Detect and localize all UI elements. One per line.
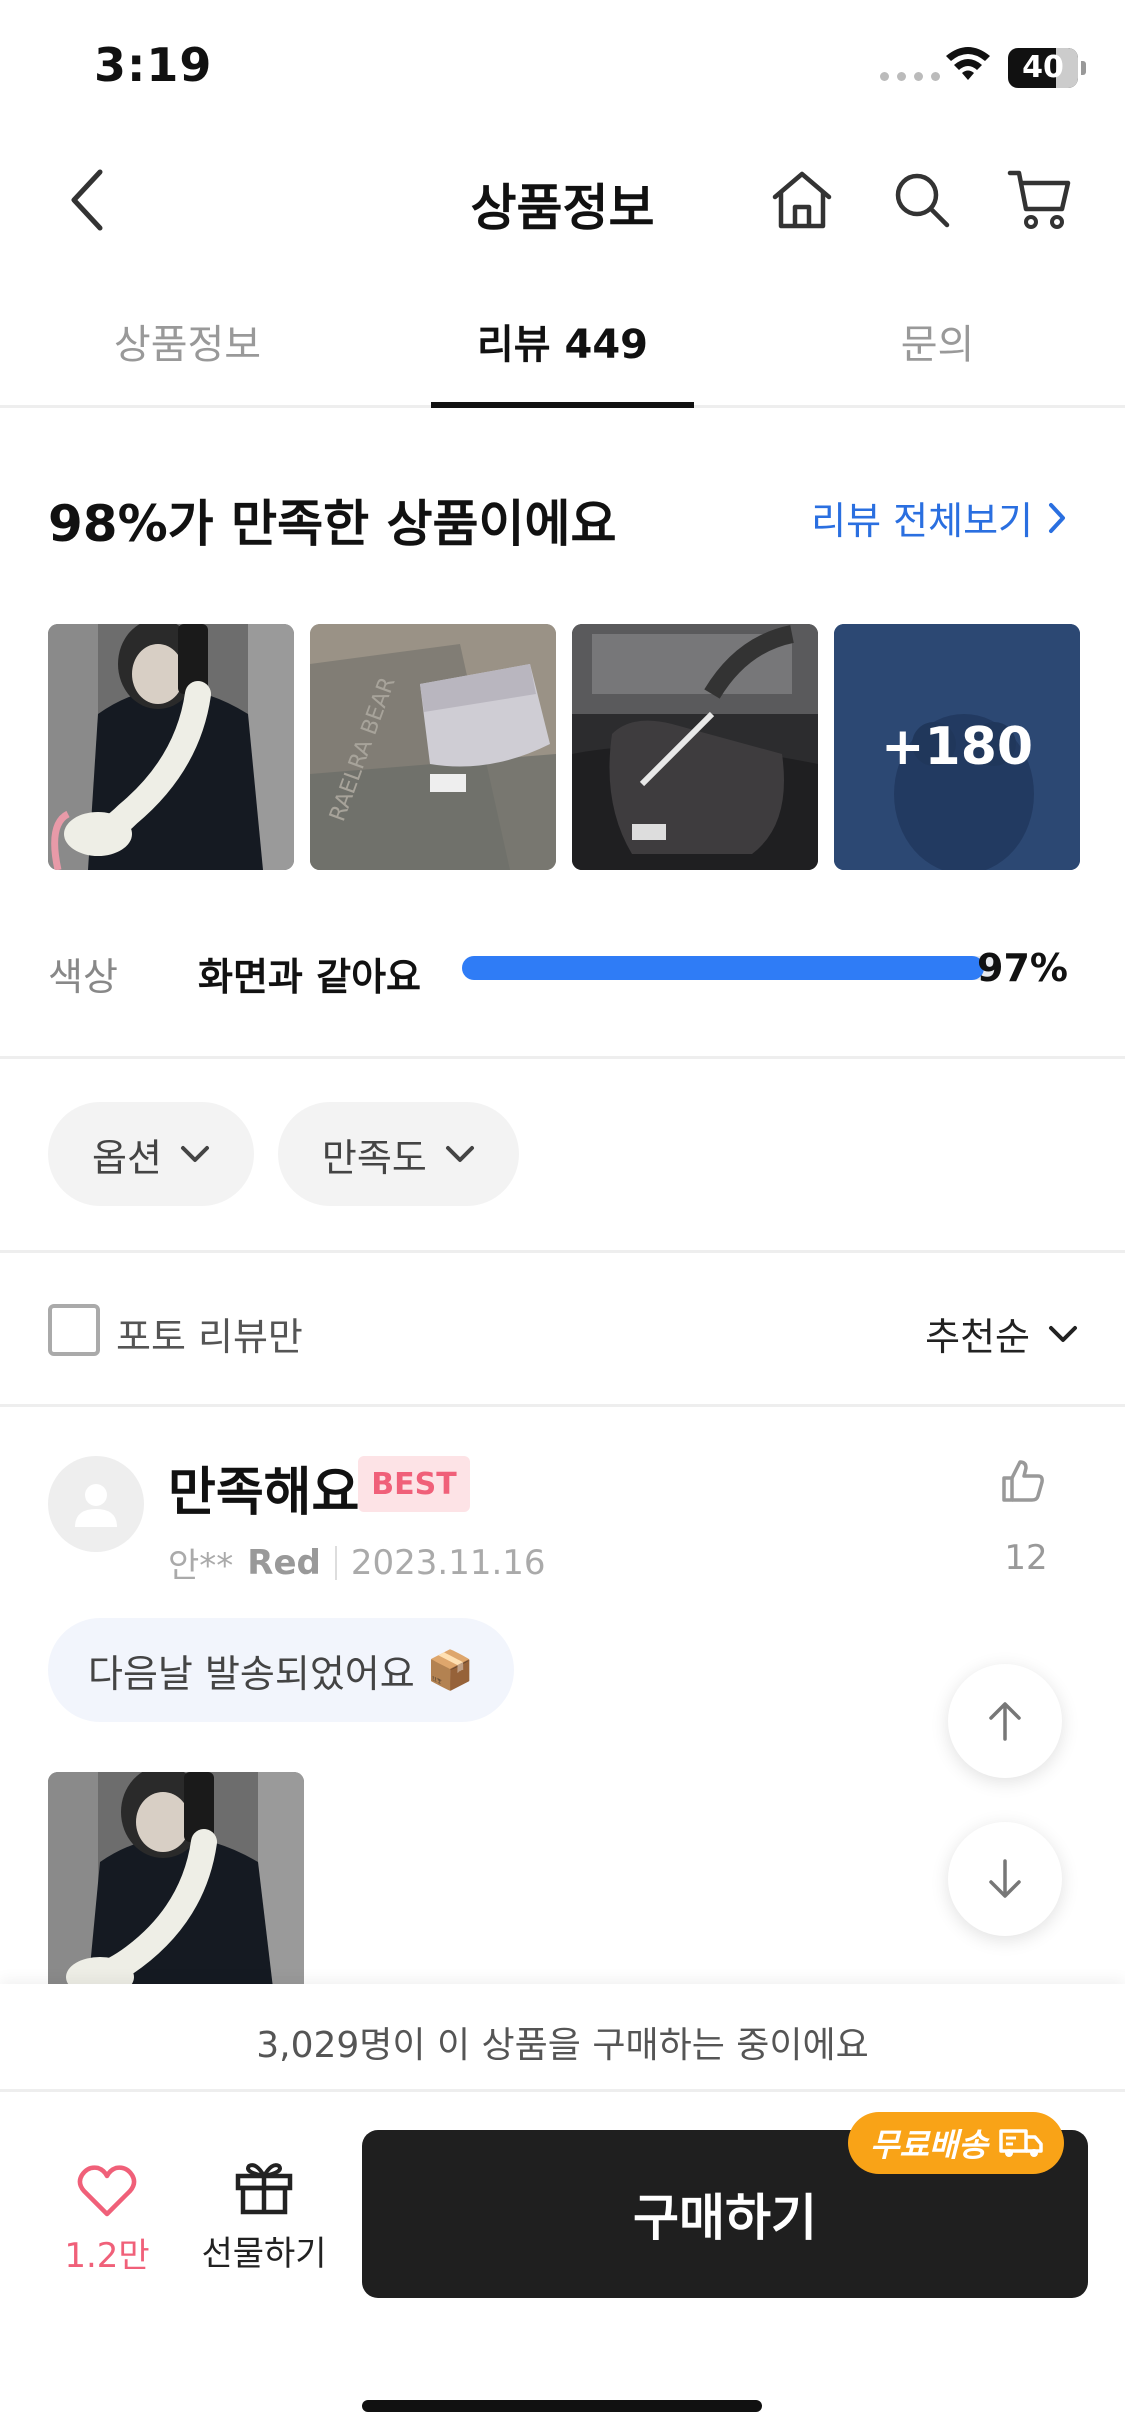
chevron-down-icon — [445, 1146, 474, 1162]
battery-icon: 40 — [1008, 48, 1086, 88]
review-photo-more[interactable]: +180 — [834, 624, 1080, 870]
free-shipping-badge: 무료배송 — [848, 2112, 1064, 2174]
photo-only-label[interactable]: 포토 리뷰만 — [116, 1306, 303, 1361]
wishlist-button[interactable]: 1.2만 — [56, 2164, 158, 2277]
review-photo-strip: RAELRA BEAR +180 — [48, 624, 1080, 870]
tab-inquiry[interactable]: 문의 — [750, 292, 1125, 405]
option-filter-label: 옵션 — [92, 1135, 162, 1180]
review-photo-thumbnail[interactable]: RAELRA BEAR — [310, 624, 556, 870]
see-all-reviews-link[interactable]: 리뷰 전체보기 — [811, 490, 1067, 545]
rating-answer: 화면과 같아요 — [198, 955, 421, 999]
status-bar: 3:19 40 — [0, 0, 1125, 140]
truck-icon — [999, 2129, 1043, 2157]
search-button[interactable] — [882, 160, 962, 240]
signal-icon — [880, 72, 940, 81]
search-icon — [895, 173, 950, 228]
gift-icon — [235, 2163, 293, 2215]
meta-separator — [334, 1545, 337, 1580]
scroll-top-button[interactable] — [948, 1664, 1062, 1778]
review-author: 안** — [168, 1546, 234, 1586]
review-title: 만족해요 — [168, 1463, 360, 1523]
user-icon — [75, 1484, 117, 1527]
chevron-down-icon — [180, 1146, 209, 1162]
battery-level: 40 — [1022, 50, 1064, 85]
photo-person-bag — [48, 624, 294, 870]
arrow-up-icon — [989, 1702, 1021, 1741]
option-filter-chip[interactable]: 옵션 — [48, 1102, 254, 1206]
divider — [0, 1056, 1125, 1059]
satisfaction-filter-chip[interactable]: 만족도 — [277, 1102, 519, 1206]
like-count: 12 — [1004, 1538, 1048, 1578]
review-meta: 안** Red 2023.11.16 — [168, 1538, 546, 1587]
see-all-label: 리뷰 전체보기 — [811, 499, 1033, 543]
rating-progress-bar — [462, 956, 1000, 980]
wishlist-count: 1.2만 — [64, 2236, 150, 2276]
gift-label: 선물하기 — [201, 2234, 327, 2274]
photo-only-checkbox[interactable] — [48, 1304, 100, 1356]
cart-icon — [1007, 170, 1071, 229]
tab-bar: 상품정보 리뷰 449 문의 — [0, 292, 1125, 408]
chevron-down-icon — [1049, 1325, 1077, 1342]
like-button[interactable] — [1000, 1458, 1046, 1508]
more-photos-count: +180 — [834, 624, 1080, 870]
package-emoji: 📦 — [426, 1647, 475, 1692]
home-indicator — [362, 2400, 762, 2412]
tab-product-info[interactable]: 상품정보 — [0, 292, 375, 405]
cart-button[interactable] — [1000, 160, 1080, 240]
satisfaction-headline: 98%가 만족한 상품이에요 — [48, 495, 617, 553]
rating-progress-fill — [462, 956, 984, 980]
review-photo-thumbnail[interactable] — [572, 624, 818, 870]
heart-icon — [77, 2165, 137, 2217]
arrow-down-icon — [989, 1859, 1021, 1898]
review-photo-thumbnail[interactable] — [48, 624, 294, 870]
divider — [0, 1250, 1125, 1253]
sort-dropdown[interactable]: 추천순 — [925, 1306, 1078, 1361]
review-option: Red — [247, 1542, 321, 1583]
home-button[interactable] — [762, 160, 842, 240]
chevron-right-icon — [1049, 502, 1065, 533]
gift-button[interactable]: 선물하기 — [198, 2160, 330, 2275]
rating-category: 색상 — [48, 955, 118, 999]
purchase-bar: 3,029명이 이 상품을 구매하는 중이에요 1.2만 선물하기 구매하기 무… — [0, 1984, 1125, 2436]
scroll-bottom-button[interactable] — [948, 1822, 1062, 1936]
sort-label: 추천순 — [925, 1315, 1030, 1359]
free-shipping-label: 무료배송 — [870, 2126, 988, 2164]
filter-chips: 옵션 만족도 — [48, 1102, 519, 1206]
buying-now-banner: 3,029명이 이 상품을 구매하는 중이에요 — [0, 1984, 1125, 2092]
shipping-tag: 다음날 발송되었어요 📦 — [48, 1618, 515, 1722]
photo-car-seat-bag — [572, 624, 818, 870]
wifi-icon — [946, 47, 990, 80]
sort-bar: 포토 리뷰만 추천순 — [48, 1300, 1078, 1360]
review-photo-image — [48, 1772, 304, 1988]
status-time: 3:19 — [94, 38, 213, 92]
tab-reviews[interactable]: 리뷰 449 — [375, 292, 750, 408]
avatar — [48, 1456, 144, 1552]
color-rating: 색상 화면과 같아요 97% — [48, 940, 1078, 1000]
shipping-tag-label: 다음날 발송되었어요 — [88, 1651, 415, 1696]
satisfaction-filter-label: 만족도 — [321, 1135, 427, 1180]
best-badge: BEST — [358, 1456, 470, 1512]
rating-percent: 97% — [977, 946, 1068, 990]
photo-packaging: RAELRA BEAR — [310, 624, 556, 870]
divider — [0, 1404, 1125, 1407]
review-photo[interactable] — [48, 1772, 304, 1988]
nav-bar: 상품정보 — [0, 140, 1125, 260]
thumbs-up-icon — [1002, 1460, 1044, 1502]
review-date: 2023.11.16 — [350, 1542, 546, 1583]
home-icon — [772, 171, 832, 229]
